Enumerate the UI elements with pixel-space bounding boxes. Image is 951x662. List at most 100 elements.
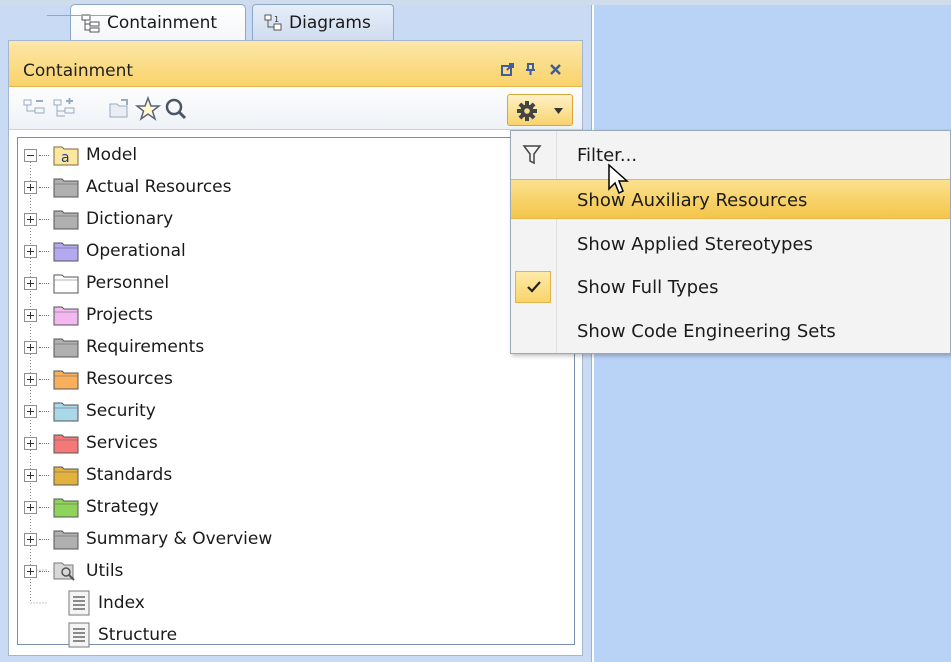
containment-tree[interactable]: a Model Actual Resources Dictionary Operat… <box>17 137 575 648</box>
package-folder-icon <box>53 466 79 486</box>
tree-item[interactable]: Summary & Overview <box>24 524 273 554</box>
package-folder-icon <box>53 338 79 358</box>
document-icon <box>68 590 90 616</box>
expand-toggle[interactable] <box>24 532 37 546</box>
tab-containment[interactable]: Containment <box>70 4 246 41</box>
tree-item-label: Services <box>86 433 158 453</box>
star-icon[interactable] <box>135 96 161 122</box>
tree-item[interactable]: Actual Resources <box>24 172 232 202</box>
tree-item-label: Operational <box>86 241 186 261</box>
package-folder-icon <box>53 434 79 454</box>
panel-toolbar <box>9 88 582 130</box>
package-folder-icon <box>53 242 79 262</box>
tree-connector <box>39 570 49 572</box>
panel-header: Containment <box>9 41 582 87</box>
document-icon <box>68 622 90 648</box>
close-icon[interactable] <box>549 63 562 80</box>
collapse-icon[interactable] <box>21 96 47 122</box>
tree-item-label: Resources <box>86 369 173 389</box>
utils-package-icon <box>53 562 75 581</box>
tree-item-label: Requirements <box>86 337 205 357</box>
menu-item-show-full-types[interactable]: Show Full Types <box>511 267 950 307</box>
expand-toggle[interactable] <box>24 468 37 482</box>
tab-diagrams[interactable]: 1 Diagrams <box>252 4 394 41</box>
expand-toggle[interactable] <box>24 308 37 322</box>
tree-connector <box>39 186 49 188</box>
tree-item[interactable]: Resources <box>24 364 173 394</box>
tree-item-label: Security <box>86 401 156 421</box>
tree-connector <box>39 410 49 412</box>
tree-item-label: Strategy <box>86 497 159 517</box>
tree-item[interactable]: Utils <box>24 556 123 586</box>
search-icon[interactable] <box>163 96 189 122</box>
expand-toggle[interactable] <box>24 500 37 514</box>
package-folder-icon <box>53 274 79 294</box>
expand-toggle[interactable] <box>24 564 37 578</box>
pin-icon[interactable] <box>524 63 537 80</box>
tree-connector <box>39 378 49 380</box>
tree-connector <box>39 474 49 476</box>
package-folder-icon <box>53 370 79 390</box>
gear-icon <box>517 101 537 121</box>
package-folder-icon <box>53 210 79 230</box>
checked-indicator <box>515 271 551 303</box>
tree-item-label: Index <box>98 593 145 613</box>
menu-item-show-applied-stereotypes[interactable]: Show Applied Stereotypes <box>511 224 950 264</box>
expand-toggle[interactable] <box>24 372 37 386</box>
package-folder-icon <box>53 178 79 198</box>
expand-toggle[interactable] <box>24 404 37 418</box>
tree-item[interactable]: Services <box>24 428 158 458</box>
tree-item-label: Standards <box>86 465 173 485</box>
tree-item[interactable]: Operational <box>24 236 186 266</box>
package-folder-icon <box>53 306 79 326</box>
tree-item[interactable]: Index <box>64 588 145 618</box>
tree-item[interactable]: Dictionary <box>24 204 174 234</box>
expand-toggle[interactable] <box>24 212 37 226</box>
menu-item-filter[interactable]: Filter... <box>511 135 950 175</box>
expand-toggle[interactable] <box>24 180 37 194</box>
undock-icon[interactable] <box>501 63 514 80</box>
tree-connector <box>39 538 49 540</box>
tab-label: Containment <box>107 13 218 33</box>
containment-tree-icon <box>81 14 100 33</box>
open-folder-icon[interactable] <box>107 96 133 122</box>
tree-connector <box>39 442 49 444</box>
tree-connector <box>39 314 49 316</box>
tree-item-label: Summary & Overview <box>86 529 273 549</box>
filter-icon <box>522 145 542 165</box>
expand-toggle[interactable] <box>24 244 37 258</box>
menu-item-show-code-engineering-sets[interactable]: Show Code Engineering Sets <box>511 311 950 351</box>
tree-item[interactable]: Projects <box>24 300 153 330</box>
menu-item-label: Show Applied Stereotypes <box>577 234 813 255</box>
diagrams-icon: 1 <box>264 14 282 31</box>
expand-toggle[interactable] <box>24 340 37 354</box>
tree-item[interactable]: Requirements <box>24 332 205 362</box>
options-button[interactable] <box>507 94 573 126</box>
tree-connector <box>39 506 49 508</box>
expand-toggle[interactable] <box>24 436 37 450</box>
expand-icon[interactable] <box>51 96 77 122</box>
tree-item-label: Structure <box>98 625 178 645</box>
tree-item[interactable]: Security <box>24 396 156 426</box>
tree-item[interactable]: Personnel <box>24 268 170 298</box>
expand-toggle[interactable] <box>24 276 37 290</box>
tree-connector <box>39 218 49 220</box>
menu-item-label: Show Full Types <box>577 277 719 298</box>
mouse-cursor-icon <box>608 163 629 195</box>
tree-item[interactable]: Standards <box>24 460 173 490</box>
tree-item-label: Personnel <box>86 273 170 293</box>
tree-connector <box>39 250 49 252</box>
tree-connector <box>39 346 49 348</box>
panel-title: Containment <box>23 61 134 81</box>
package-folder-icon <box>53 402 79 422</box>
tree-item-label: Dictionary <box>86 209 174 229</box>
tree-item[interactable]: Strategy <box>24 492 159 522</box>
menu-item-label: Show Code Engineering Sets <box>577 321 836 342</box>
tree-item-label: Actual Resources <box>86 177 232 197</box>
check-icon <box>527 281 541 293</box>
package-folder-icon <box>53 498 79 518</box>
options-menu: Filter... Show Auxiliary Resources Show … <box>510 130 951 354</box>
tree-item[interactable]: Structure <box>64 620 177 650</box>
tab-label: Diagrams <box>289 13 371 33</box>
menu-item-show-auxiliary-resources[interactable]: Show Auxiliary Resources <box>511 179 950 219</box>
